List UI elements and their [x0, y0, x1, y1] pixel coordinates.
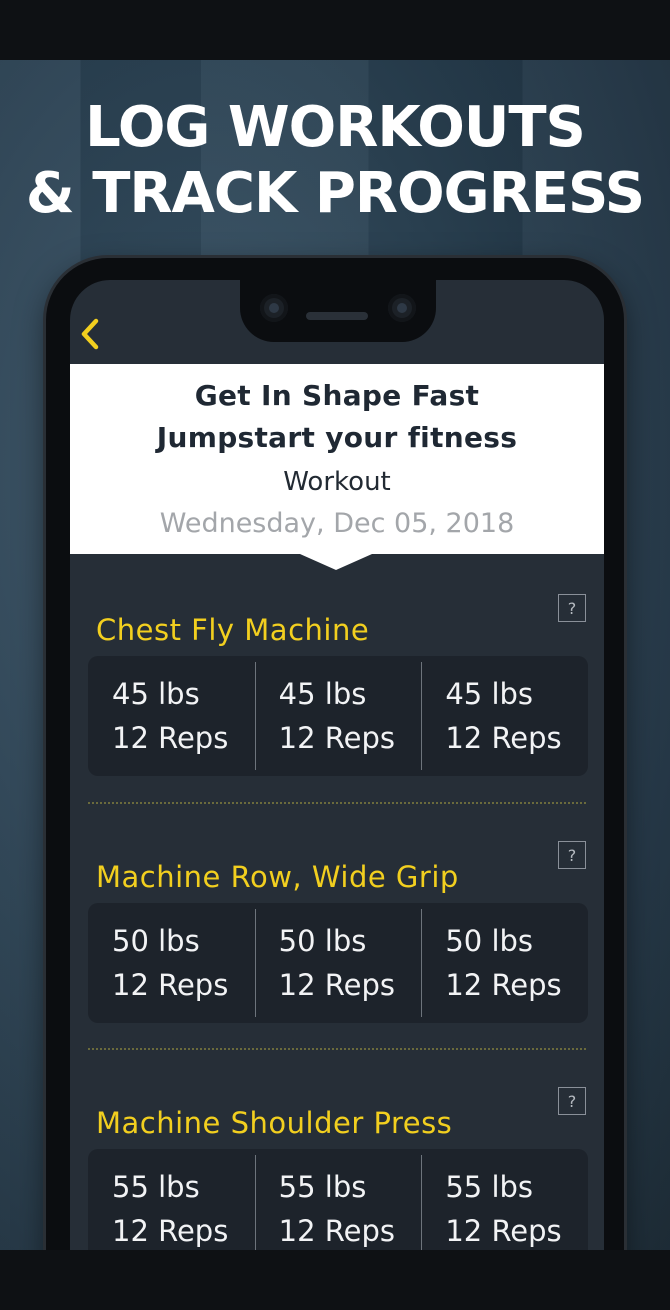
set-cell[interactable]: 45 lbs 12 Reps	[421, 656, 588, 776]
set-reps: 12 Reps	[278, 1214, 395, 1248]
set-cell[interactable]: 55 lbs 12 Reps	[88, 1149, 255, 1250]
phone-frame: Get In Shape Fast Jumpstart your fitness…	[46, 258, 624, 1250]
set-cell[interactable]: 50 lbs 12 Reps	[254, 903, 422, 1023]
workout-header-card: Get In Shape Fast Jumpstart your fitness…	[70, 364, 604, 570]
section-divider	[88, 802, 588, 804]
set-weight: 45 lbs	[112, 677, 200, 711]
headline-line-2: & TRACK PROGRESS	[25, 161, 645, 226]
set-cell[interactable]: 55 lbs 12 Reps	[254, 1149, 422, 1250]
front-camera-left	[260, 294, 288, 322]
phone-notch	[240, 280, 436, 342]
headline-line-1: LOG WORKOUTS	[85, 95, 586, 160]
set-reps: 12 Reps	[278, 721, 395, 755]
set-cell[interactable]: 50 lbs 12 Reps	[88, 903, 255, 1023]
set-weight: 55 lbs	[112, 1170, 200, 1204]
set-reps: 12 Reps	[112, 721, 229, 755]
promo-headline: LOG WORKOUTS & TRACK PROGRESS	[0, 95, 670, 227]
set-reps: 12 Reps	[278, 968, 395, 1002]
set-weight: 50 lbs	[445, 924, 534, 958]
set-cell[interactable]: 45 lbs 12 Reps	[254, 656, 422, 776]
front-camera-right	[388, 294, 416, 322]
back-button[interactable]	[70, 312, 118, 356]
exercise-help-button[interactable]: ?	[558, 594, 586, 622]
promo-background: LOG WORKOUTS & TRACK PROGRESS Get In Sha…	[0, 60, 670, 1250]
set-cell[interactable]: 50 lbs 12 Reps	[421, 903, 588, 1023]
exercise-help-button[interactable]: ?	[558, 1087, 586, 1115]
set-reps: 12 Reps	[112, 968, 229, 1002]
set-weight: 50 lbs	[112, 924, 200, 958]
exercise-title: Chest Fly Machine	[96, 613, 370, 647]
set-list: 55 lbs 12 Reps 55 lbs 12 Reps 55 lbs 12 …	[88, 1149, 588, 1250]
exercise-title: Machine Shoulder Press	[96, 1106, 453, 1140]
set-weight: 45 lbs	[278, 677, 367, 711]
program-title: Get In Shape Fast	[194, 379, 480, 412]
earpiece-speaker	[306, 312, 368, 320]
set-weight: 45 lbs	[445, 677, 534, 711]
chevron-left-icon	[81, 318, 99, 350]
set-reps: 12 Reps	[112, 1214, 229, 1248]
set-weight: 50 lbs	[278, 924, 367, 958]
set-weight: 55 lbs	[278, 1170, 367, 1204]
set-cell[interactable]: 55 lbs 12 Reps	[421, 1149, 588, 1250]
set-reps: 12 Reps	[445, 968, 562, 1002]
workout-date: Wednesday, Dec 05, 2018	[159, 508, 515, 539]
program-subtitle: Jumpstart your fitness	[156, 421, 518, 454]
exercise-help-button[interactable]: ?	[558, 841, 586, 869]
set-reps: 12 Reps	[445, 1214, 562, 1248]
bottom-letterbox-bar	[0, 1250, 670, 1310]
set-list: 45 lbs 12 Reps 45 lbs 12 Reps 45 lbs 12 …	[88, 656, 588, 776]
set-list: 50 lbs 12 Reps 50 lbs 12 Reps 50 lbs 12 …	[88, 903, 588, 1023]
phone-screen: Get In Shape Fast Jumpstart your fitness…	[70, 280, 604, 1250]
section-divider	[88, 1048, 588, 1050]
set-cell[interactable]: 45 lbs 12 Reps	[88, 656, 255, 776]
top-letterbox-bar	[0, 0, 670, 60]
set-weight: 55 lbs	[445, 1170, 534, 1204]
exercise-title: Machine Row, Wide Grip	[96, 860, 459, 894]
workout-label: Workout	[283, 467, 391, 497]
set-reps: 12 Reps	[445, 721, 562, 755]
